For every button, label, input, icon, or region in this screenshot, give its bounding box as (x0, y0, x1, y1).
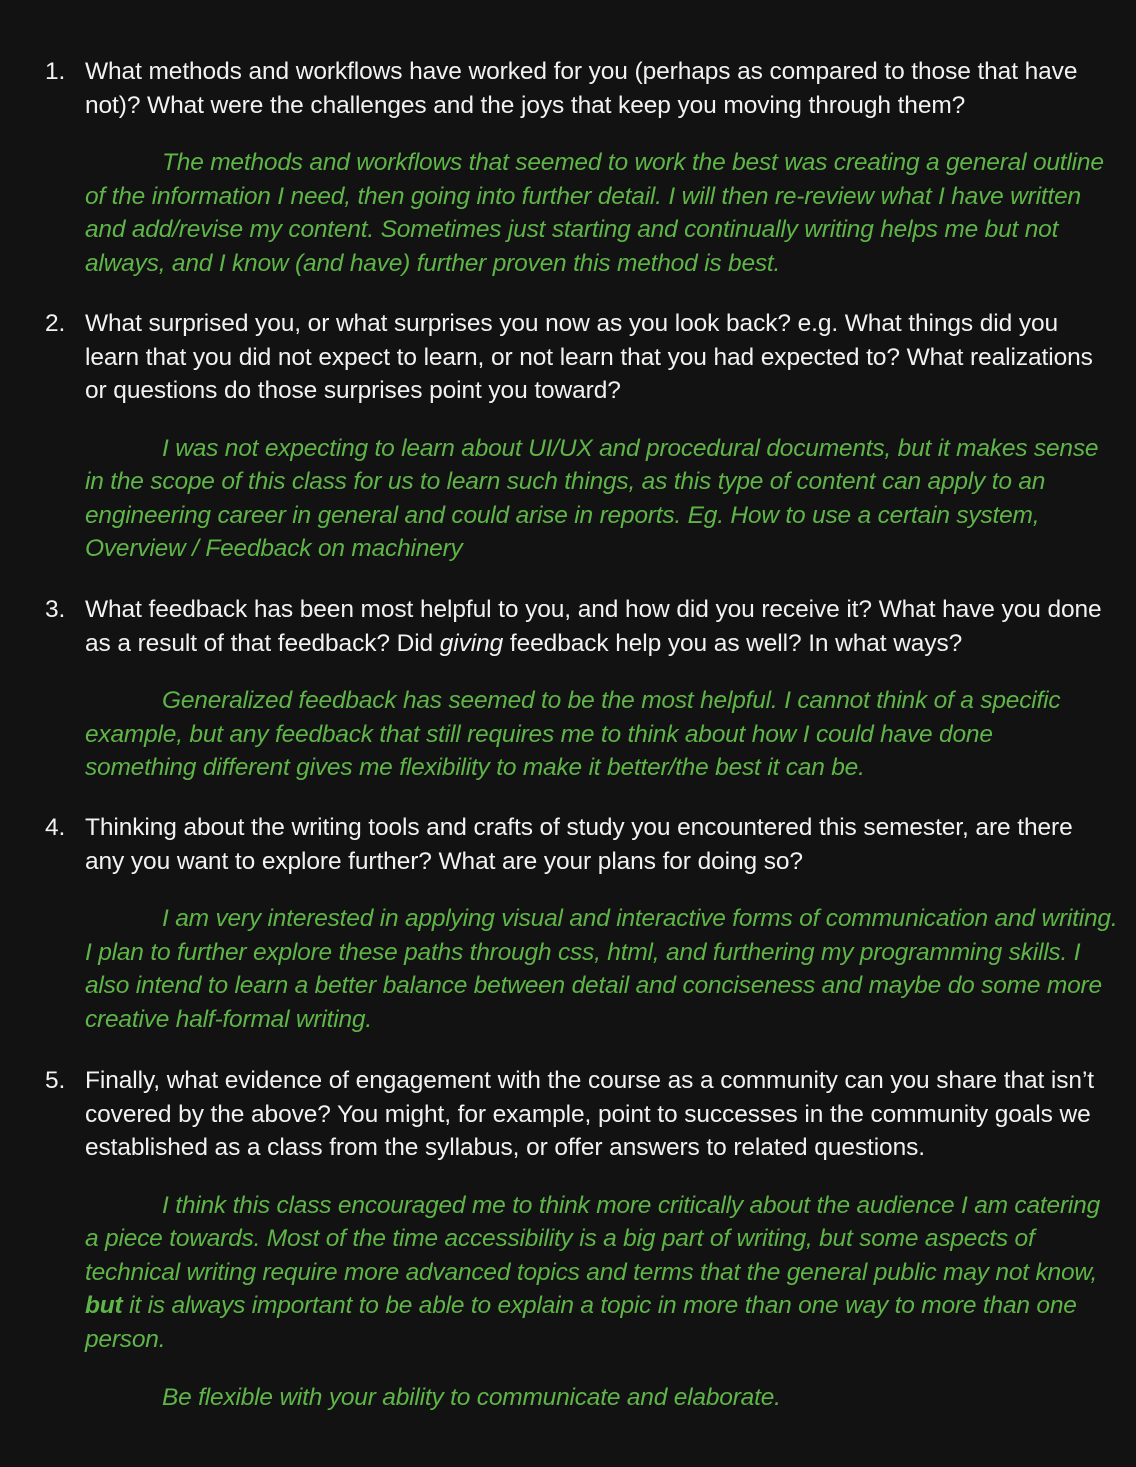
question-text: What feedback has been most helpful to y… (85, 593, 1110, 660)
question-4: 4. Thinking about the writing tools and … (45, 811, 1110, 878)
qa-item-2: 2. What surprised you, or what surprises… (45, 307, 1110, 566)
answer-4: I am very interested in applying visual … (85, 905, 1118, 1033)
answer-3: Generalized feedback has seemed to be th… (85, 687, 1061, 782)
question-number: 4. (45, 814, 66, 841)
question-text: What surprised you, or what surprises yo… (85, 310, 1093, 404)
answer-2: I was not expecting to learn about UI/UX… (85, 434, 1099, 563)
answer-5: I think this class encouraged me to thin… (85, 1189, 1110, 1357)
answer-emphasis: but (85, 1292, 123, 1320)
question-5: 5. Finally, what evidence of engagement … (45, 1064, 1110, 1165)
qa-item-3: 3. What feedback has been most helpful t… (45, 593, 1110, 785)
qa-item-1: 1. What methods and workflows have worke… (45, 55, 1110, 280)
question-number: 2. (45, 310, 66, 337)
question-emphasis: giving (439, 629, 504, 657)
question-text: What methods and workflows have worked f… (85, 58, 1078, 119)
question-number: 5. (45, 1067, 66, 1094)
answer-1: The methods and workflows that seemed to… (85, 149, 1104, 277)
question-number: 3. (45, 596, 66, 623)
qa-item-5: 5. Finally, what evidence of engagement … (45, 1064, 1110, 1415)
question-1: 1. What methods and workflows have worke… (45, 55, 1110, 122)
question-text: Finally, what evidence of engagement wit… (85, 1067, 1094, 1161)
answer-5-closing: Be flexible with your ability to communi… (162, 1384, 781, 1412)
reflection-document: 1. What methods and workflows have worke… (0, 0, 1136, 1467)
question-3: 3. What feedback has been most helpful t… (45, 593, 1110, 660)
qa-item-4: 4. Thinking about the writing tools and … (45, 811, 1118, 1036)
question-text-part: feedback help you as well? In what ways? (503, 629, 963, 657)
question-text: Thinking about the writing tools and cra… (85, 814, 1073, 875)
answer-text-part: I think this class encouraged me to thin… (85, 1191, 1100, 1286)
question-number: 1. (45, 58, 66, 85)
answer-text-part: it is always important to be able to exp… (85, 1292, 1077, 1353)
question-2: 2. What surprised you, or what surprises… (45, 307, 1110, 408)
